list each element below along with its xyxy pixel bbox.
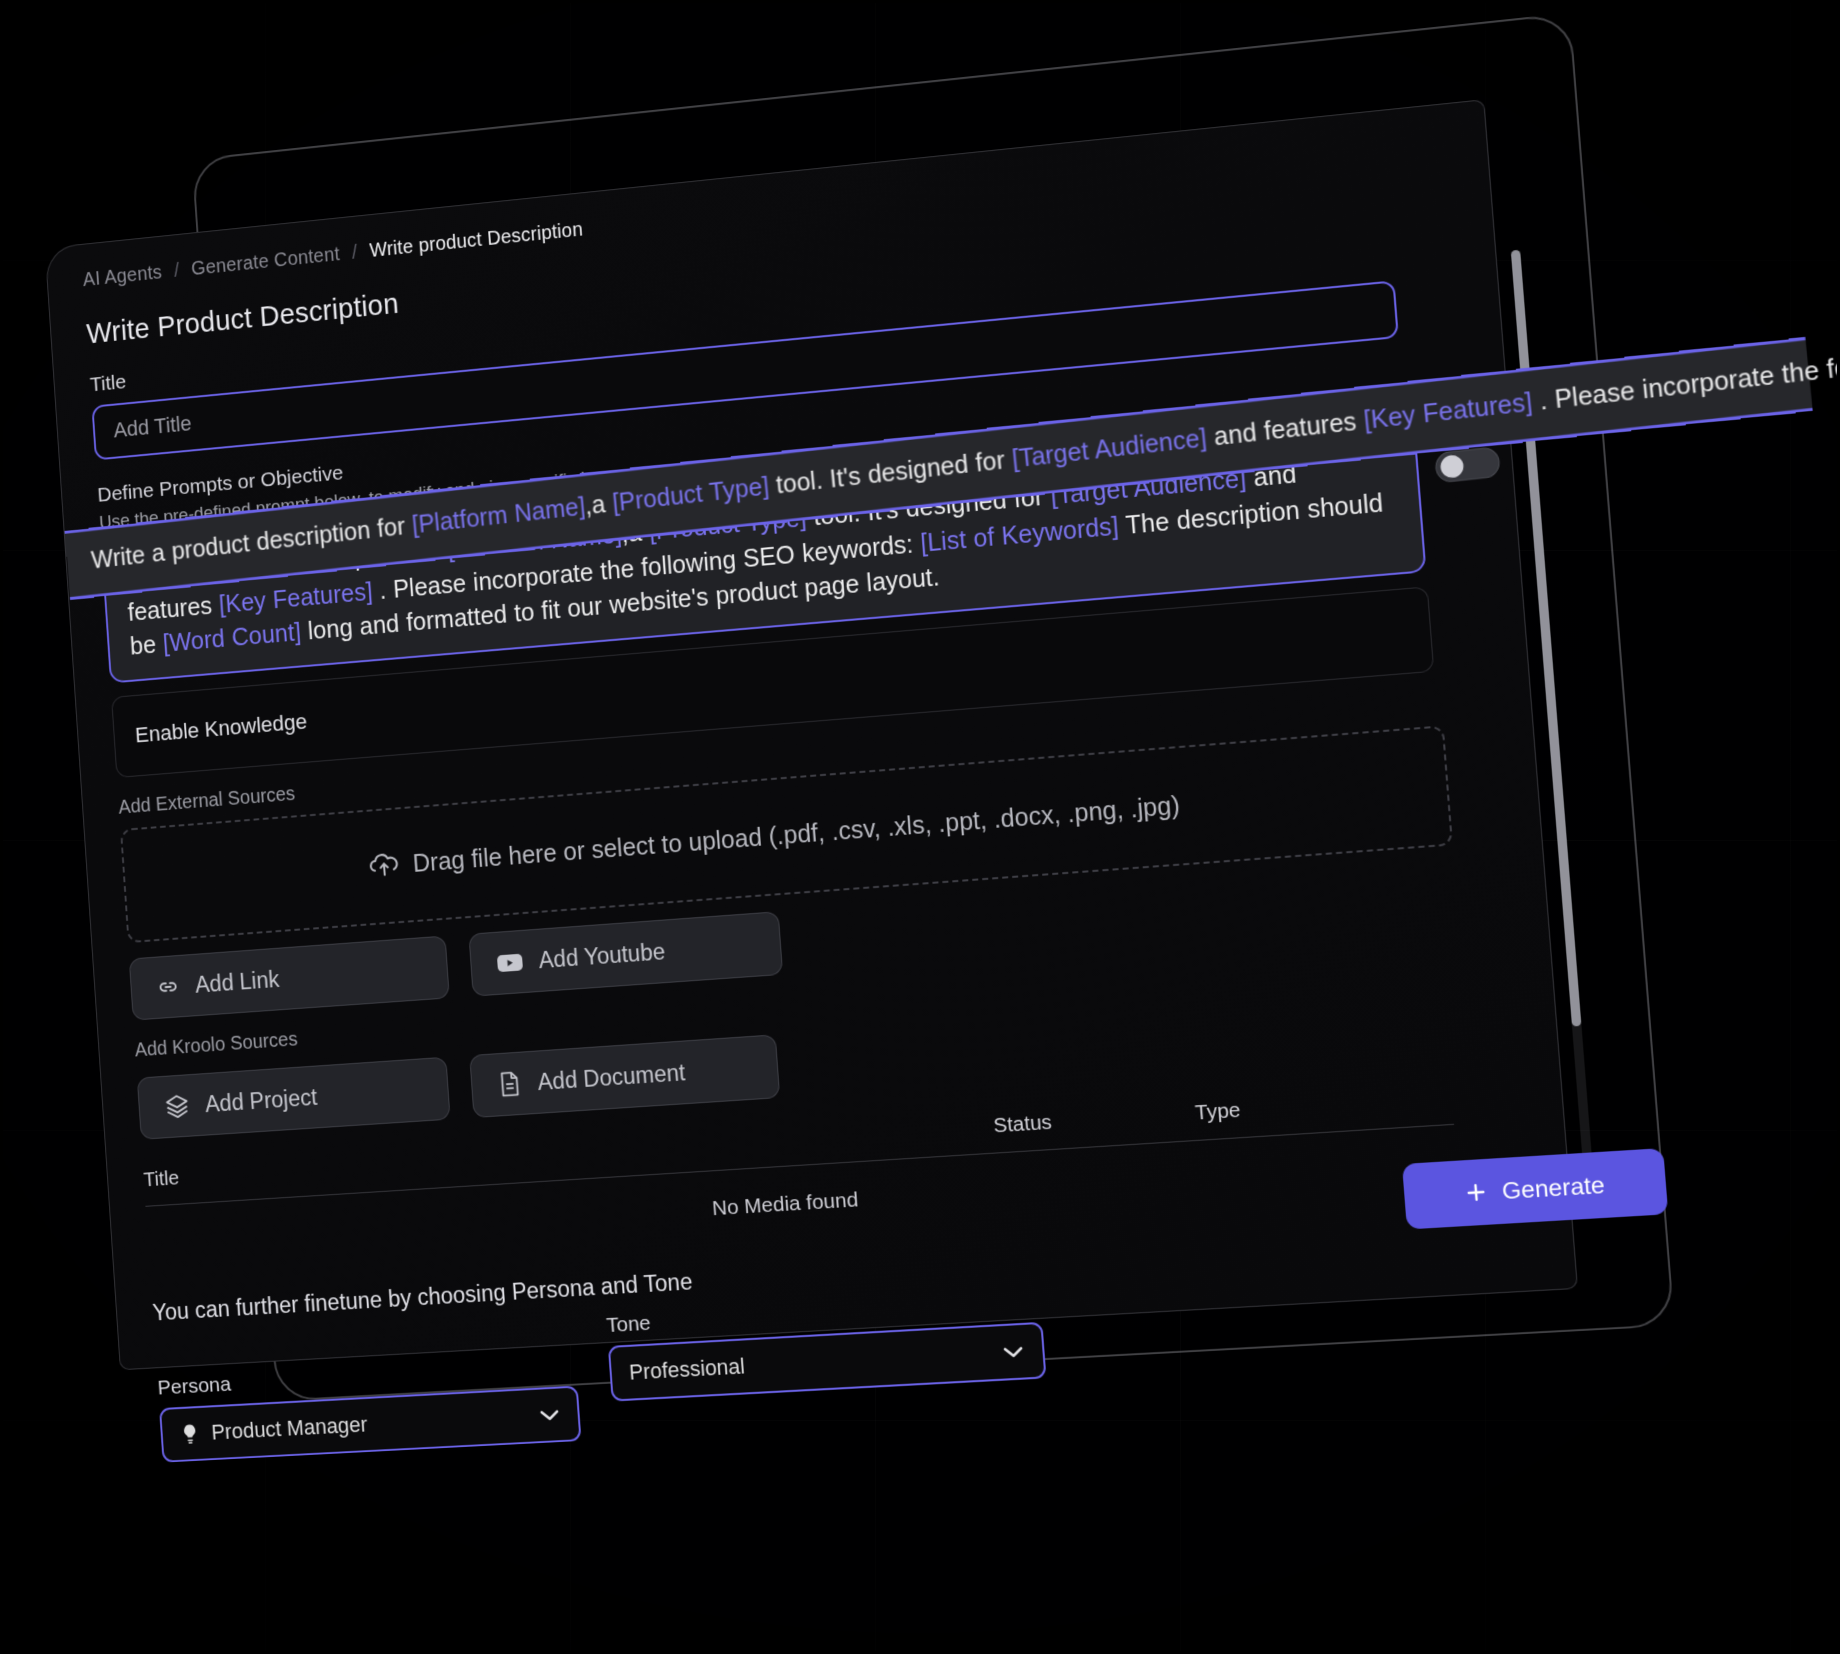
- tone-label: Tone: [605, 1311, 652, 1338]
- finetune-controls: Persona Product Manager Tone Professiona…: [154, 1261, 1542, 1463]
- title-input-placeholder: Add Title: [112, 411, 193, 443]
- persona-value: Product Manager: [210, 1412, 369, 1445]
- tone-group: Tone Professional: [606, 1290, 1047, 1402]
- persona-group: Persona Product Manager: [157, 1354, 582, 1463]
- link-icon: [155, 973, 181, 1000]
- prompt-placeholder-token: [Word Count]: [161, 618, 302, 658]
- card-wrapper: AI Agents / Generate Content / Write pro…: [44, 0, 1840, 1463]
- enable-knowledge-label: Enable Knowledge: [134, 708, 308, 748]
- breadcrumb-separator: /: [173, 259, 180, 282]
- prompt-static-text: tool. It's designed for: [767, 445, 1014, 501]
- persona-select[interactable]: Product Manager: [159, 1385, 582, 1463]
- prompt-placeholder-token: [Key Features]: [218, 577, 374, 619]
- breadcrumb-item-generate-content[interactable]: Generate Content: [191, 244, 341, 281]
- document-icon: [496, 1069, 523, 1098]
- toggle-knob: [1439, 454, 1465, 479]
- breadcrumb-item-ai-agents[interactable]: AI Agents: [82, 262, 163, 292]
- breadcrumb-separator: /: [351, 241, 359, 264]
- prompt-static-text: ,a: [583, 489, 614, 521]
- prompt-placeholder-token: [Platform Name]: [410, 492, 587, 540]
- breadcrumb-item-current: Write product Description: [368, 218, 584, 262]
- youtube-icon: [496, 951, 524, 975]
- bulb-icon: [179, 1422, 201, 1447]
- add-project-button[interactable]: Add Project: [136, 1056, 451, 1140]
- tone-value: Professional: [628, 1353, 746, 1385]
- add-link-label: Add Link: [194, 965, 281, 998]
- layers-icon: [163, 1092, 191, 1121]
- plus-icon: [1464, 1181, 1489, 1205]
- write-product-description-panel: AI Agents / Generate Content / Write pro…: [44, 99, 1840, 1463]
- chevron-down-icon: [538, 1407, 560, 1422]
- dropzone-text: Drag file here or select to upload (.pdf…: [411, 791, 1181, 878]
- prompt-placeholder-token: [Product Type]: [611, 472, 771, 518]
- tilted-scene: AI Agents / Generate Content / Write pro…: [0, 0, 1840, 1654]
- enable-knowledge-toggle[interactable]: [1433, 445, 1502, 483]
- add-youtube-label: Add Youtube: [537, 937, 666, 973]
- chevron-down-icon: [1002, 1344, 1025, 1359]
